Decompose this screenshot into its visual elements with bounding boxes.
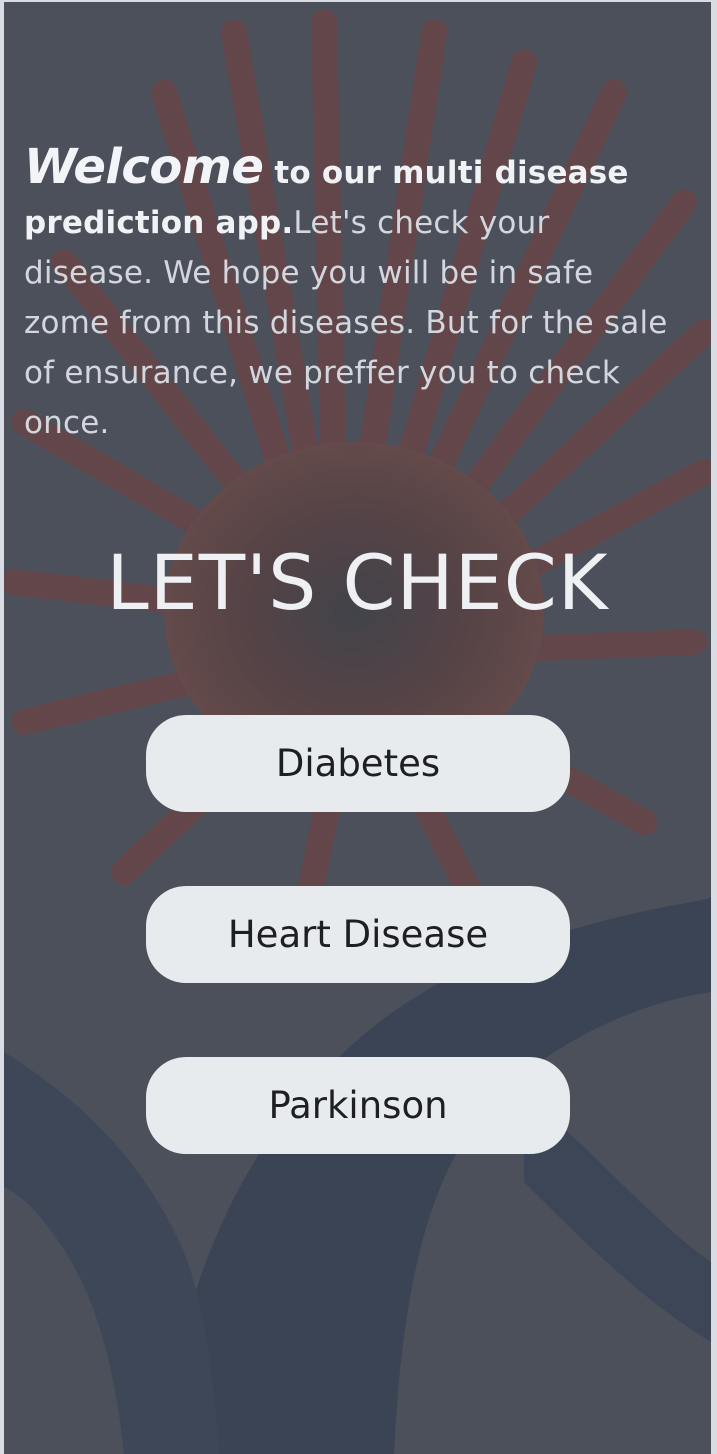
parkinson-button[interactable]: Parkinson xyxy=(146,1057,570,1154)
welcome-word: Welcome xyxy=(24,139,264,195)
app-screen: Welcome to our multi disease prediction … xyxy=(4,2,711,1454)
intro-paragraph: Welcome to our multi disease prediction … xyxy=(24,142,684,448)
diabetes-button[interactable]: Diabetes xyxy=(146,715,570,812)
heart-disease-button[interactable]: Heart Disease xyxy=(146,886,570,983)
lets-check-heading: LET'S CHECK xyxy=(106,538,609,627)
